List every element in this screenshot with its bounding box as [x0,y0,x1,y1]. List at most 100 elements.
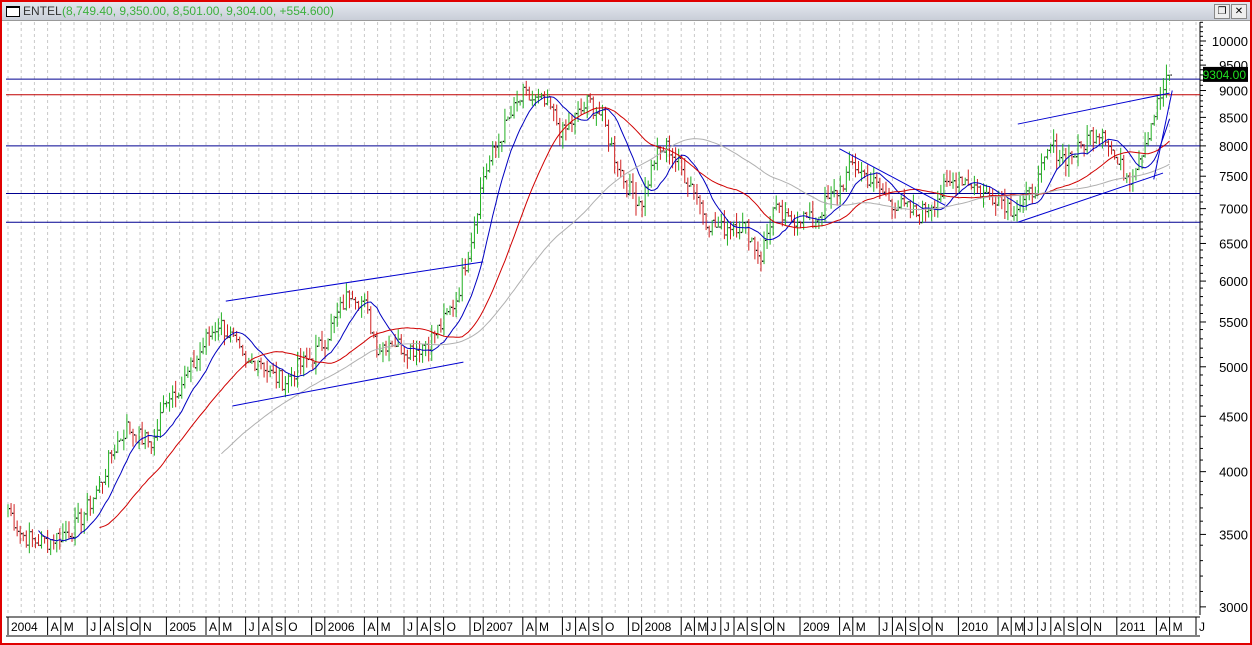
x-tick-label: M [64,620,74,634]
close-tick [18,530,20,533]
close-tick [655,162,657,164]
close-tick [286,383,288,385]
close-tick [804,212,806,214]
price-chart[interactable]: 3000 3500 4000 4500 5000 5500 6000 6500 7000 7500… [2,2,1250,643]
close-tick [423,344,425,346]
close-tick [579,108,581,110]
close-tick [853,161,855,164]
y-tick-label: 10000 [1212,34,1248,49]
close-tick [801,222,803,224]
y-tick-label: 9000 [1219,84,1248,99]
close-tick [902,198,904,200]
close-tick [697,196,700,199]
close-tick [1088,134,1090,136]
y-tick-label: 6000 [1219,274,1248,289]
close-tick [237,338,239,341]
x-tick-label: J [407,620,413,634]
close-tick [798,221,800,223]
close-tick [761,260,764,262]
close-tick [457,300,459,302]
close-tick [765,239,767,241]
close-tick [109,452,111,454]
close-tick [673,156,675,158]
close-tick [1060,157,1063,159]
close-tick [1149,138,1151,140]
close-tick [996,204,999,206]
close-tick [868,184,870,186]
close-tick [91,507,93,510]
close-tick [835,189,837,192]
close-tick [316,345,319,347]
close-tick [231,331,233,333]
close-tick [161,411,163,414]
close-tick [789,215,791,217]
close-tick [408,357,410,359]
close-tick [469,257,471,260]
x-tick-label: N [935,620,944,634]
close-tick [768,232,770,235]
last-price-label: 9304.00 [1203,68,1247,82]
close-tick [777,203,779,205]
close-tick [185,374,188,376]
close-tick [832,191,834,193]
close-tick [1039,173,1041,175]
close-tick [941,195,944,197]
x-tick-label: A [579,620,587,634]
close-tick [118,440,121,442]
close-tick [1115,156,1117,159]
close-tick [441,328,444,330]
close-tick [716,226,718,228]
y-tick-label: 5000 [1219,360,1248,375]
close-tick [149,441,151,443]
close-tick [682,168,685,171]
close-tick [896,209,898,211]
close-tick [508,117,511,119]
close-tick [825,195,828,198]
close-tick [1146,142,1148,145]
close-tick [524,86,526,89]
close-tick [1036,194,1038,197]
close-tick [947,180,950,183]
close-tick [545,103,547,105]
close-tick [950,181,953,183]
close-tick [402,352,404,355]
close-tick [1161,97,1163,99]
close-tick [734,224,736,226]
close-tick [560,136,563,138]
x-tick-label: A [1001,620,1009,634]
x-tick-label: O [1080,620,1089,634]
close-tick [100,481,102,483]
close-tick [926,210,928,213]
close-tick [133,434,136,436]
close-tick [460,294,462,297]
close-tick [557,122,560,125]
close-tick [368,309,371,311]
close-tick [283,388,285,391]
close-tick [978,186,980,188]
close-tick [701,202,703,204]
x-tick-label: S [433,620,441,634]
close-tick [493,146,496,148]
close-tick [335,316,337,319]
close-tick [554,109,556,111]
close-tick [905,202,907,205]
close-tick [551,106,553,108]
close-tick [201,351,203,353]
close-tick [1167,74,1169,76]
close-tick [1118,163,1120,165]
close-tick [841,185,843,187]
x-tick-label: N [777,620,786,634]
close-tick [435,334,438,336]
close-tick [518,101,520,103]
close-tick [332,322,334,324]
close-tick [829,197,831,199]
close-tick [527,89,529,91]
close-tick [640,201,642,203]
close-tick [353,298,355,301]
close-tick [164,402,166,405]
y-tick-label: 4500 [1219,409,1248,424]
trendline [225,261,484,302]
close-tick [69,535,72,538]
close-tick [1048,149,1050,152]
x-tick-label: A [103,620,111,634]
